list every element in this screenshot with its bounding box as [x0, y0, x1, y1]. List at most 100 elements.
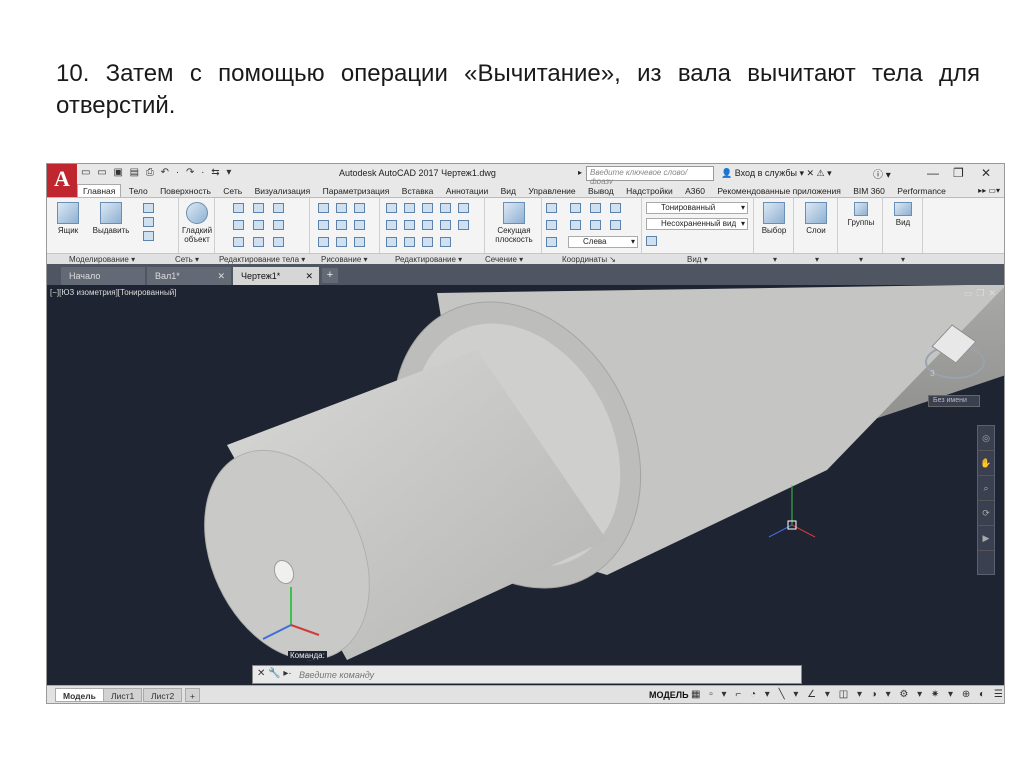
array-icon[interactable]	[458, 220, 469, 230]
layers-button[interactable]: Слои	[798, 202, 834, 235]
layout-tab-sheet2[interactable]: Лист2	[143, 688, 183, 702]
command-line-buttons[interactable]: ✕ 🔧 ▸·	[257, 668, 292, 679]
section-plane-button[interactable]: Секущая плоскость	[487, 202, 541, 244]
viewport-window-controls[interactable]: ▭❐✕	[964, 288, 1000, 299]
groups-icon	[854, 202, 868, 216]
fillet-icon[interactable]	[404, 220, 415, 230]
join-icon[interactable]	[422, 237, 433, 247]
extract-edges-icon[interactable]	[273, 220, 284, 230]
doc-tab-shaft[interactable]: Вал1* ✕	[147, 267, 231, 285]
separate-icon[interactable]	[273, 237, 284, 247]
circle-icon[interactable]	[354, 203, 365, 213]
fillet-edge-icon[interactable]	[253, 237, 264, 247]
ucs-y-icon[interactable]	[590, 220, 601, 230]
ucs-x-icon[interactable]	[570, 220, 581, 230]
showmotion-icon[interactable]: ▶	[978, 526, 994, 551]
named-view-combo[interactable]: Несохраненный вид	[646, 218, 748, 230]
section-plane-icon	[503, 202, 525, 224]
tab-home[interactable]: Главная	[77, 184, 122, 198]
polygon-icon[interactable]	[318, 237, 329, 247]
arc-icon[interactable]	[336, 203, 347, 213]
visual-style-combo[interactable]: Тонированный	[646, 202, 748, 214]
viewcube[interactable]: З	[925, 324, 985, 385]
interfere-icon[interactable]	[253, 220, 264, 230]
zoom-icon[interactable]: ⌕	[978, 476, 994, 501]
ucs-view-icon[interactable]	[546, 237, 557, 247]
orbit-icon[interactable]: ⟳	[978, 501, 994, 526]
quick-access-toolbar[interactable]: ▭ ▭ ▣ ▤ ⎙ ↶ · ↷ · ⇆ ▾	[81, 167, 233, 178]
minimize-icon[interactable]: —	[927, 166, 939, 180]
add-layout-button[interactable]: +	[185, 688, 200, 702]
ucs-origin-icon[interactable]	[590, 203, 601, 213]
steering-wheel-icon[interactable]: ◎	[978, 426, 994, 451]
sweep-icon[interactable]	[143, 217, 154, 227]
loft-icon[interactable]	[143, 231, 154, 241]
document-tabs: Начало Вал1* ✕ Чертеж1* ✕ +	[47, 264, 1004, 285]
hatch-icon[interactable]	[354, 237, 365, 247]
autocad-window: A ▭ ▭ ▣ ▤ ⎙ ↶ · ↷ · ⇆ ▾ Autodesk AutoCAD…	[46, 163, 1005, 704]
layout-tab-model[interactable]: Модель	[55, 688, 104, 702]
scale-icon[interactable]	[458, 203, 469, 213]
ucs-world-icon[interactable]	[570, 203, 581, 213]
ucs-object-icon[interactable]	[546, 220, 557, 230]
restore-icon[interactable]: ❐	[953, 166, 964, 180]
ellipse-icon[interactable]	[354, 220, 365, 230]
new-tab-button[interactable]: +	[322, 268, 338, 283]
offset-icon[interactable]	[422, 220, 433, 230]
close-tab-icon[interactable]: ✕	[305, 267, 313, 285]
ucs-icon[interactable]	[546, 203, 557, 213]
application-menu-button[interactable]: A	[47, 164, 77, 197]
box-icon	[57, 202, 79, 224]
help-icon[interactable]: ⓘ ▾	[873, 166, 891, 181]
command-input[interactable]	[299, 668, 789, 681]
rotate-icon[interactable]	[386, 203, 397, 213]
line-icon[interactable]	[336, 220, 347, 230]
search-expand-icon[interactable]: ▸	[578, 168, 582, 177]
subtract-icon[interactable]	[253, 203, 264, 213]
box-button[interactable]: Ящик	[53, 202, 83, 235]
revolve-icon[interactable]	[143, 203, 154, 213]
sphere-icon	[186, 202, 208, 224]
search-input[interactable]: Введите ключевое слово/фразу	[586, 166, 714, 186]
groups-button[interactable]: Группы	[842, 202, 880, 227]
extrude-button[interactable]: Выдавить	[91, 202, 131, 235]
slice-icon[interactable]	[233, 220, 244, 230]
view-icon	[894, 202, 912, 216]
ucs-name-dropdown[interactable]: Без имени	[928, 395, 980, 407]
erase-icon[interactable]	[386, 237, 397, 247]
layout-tab-sheet1[interactable]: Лист1	[103, 688, 143, 702]
polyline-icon[interactable]	[318, 203, 329, 213]
model-viewport[interactable]: [−][ЮЗ изометрия][Тонированный] ▭❐✕ З Бе…	[47, 285, 1004, 685]
ucs-3point-icon[interactable]	[610, 203, 621, 213]
close-icon[interactable]: ✕	[981, 166, 991, 180]
intersect-icon[interactable]	[273, 203, 284, 213]
ucs-z-icon[interactable]	[610, 220, 621, 230]
doc-tab-start[interactable]: Начало	[61, 267, 145, 285]
copy-icon[interactable]	[386, 220, 397, 230]
pan-icon[interactable]: ✋	[978, 451, 994, 476]
model-space-toggle[interactable]: МОДЕЛЬ	[649, 690, 689, 700]
ribbon-toggle-icon[interactable]: ▸▸ ▭▾	[978, 184, 1000, 197]
stretch-icon[interactable]	[404, 237, 415, 247]
explode-icon[interactable]	[440, 220, 451, 230]
viewport-controls-label[interactable]: [−][ЮЗ изометрия][Тонированный]	[50, 288, 176, 297]
signin-button[interactable]: 👤 Вход в службы ▾ ✕ ⚠ ▾	[721, 168, 832, 179]
mirror-icon[interactable]	[440, 203, 451, 213]
shell-icon[interactable]	[233, 237, 244, 247]
title-bar: A ▭ ▭ ▣ ▤ ⎙ ↶ · ↷ · ⇆ ▾ Autodesk AutoCAD…	[47, 164, 1004, 197]
union-icon[interactable]	[233, 203, 244, 213]
move-icon[interactable]	[404, 203, 415, 213]
align-icon[interactable]	[440, 237, 451, 247]
smooth-object-button[interactable]: Гладкий объект	[179, 202, 215, 244]
status-toggle-icons[interactable]: ▦ ▫ ▾ ⌐ ◔ ▾ ╲ ▾ ∠ ▾ ◫ ▾ ◑ ▾ ⚙ ▾ ✷ ▾ ⊕ ◐ …	[691, 689, 1004, 700]
rectangle-icon[interactable]	[336, 237, 347, 247]
close-tab-icon[interactable]: ✕	[217, 267, 225, 285]
selection-button[interactable]: Выбор	[756, 202, 792, 235]
group-label-text: Координаты	[562, 255, 608, 264]
view-button[interactable]: Вид	[887, 202, 919, 227]
ucs-view-combo[interactable]: Слева	[568, 236, 638, 248]
viewport-config-icon[interactable]	[646, 236, 657, 246]
trim-icon[interactable]	[422, 203, 433, 213]
spline-icon[interactable]	[318, 220, 329, 230]
doc-tab-drawing1[interactable]: Чертеж1* ✕	[233, 267, 319, 285]
